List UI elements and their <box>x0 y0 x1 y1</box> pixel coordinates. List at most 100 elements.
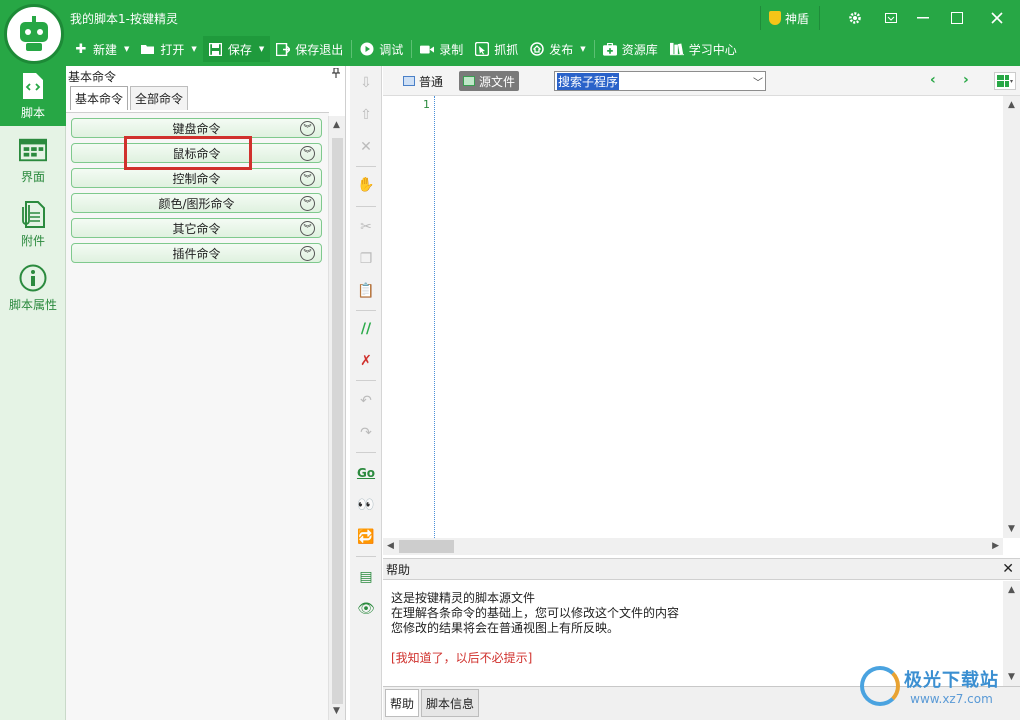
comment-icon[interactable]: // <box>355 318 377 340</box>
nav-item-script-properties[interactable]: 脚本属性 <box>0 258 66 318</box>
properties-icon[interactable]: ▤ <box>355 566 377 588</box>
undo-icon[interactable]: ↶ <box>355 390 377 412</box>
help-line: 您修改的结果将会在普通视图上有所反映。 <box>391 621 620 635</box>
mode-normal-button[interactable]: 普通 <box>399 71 447 91</box>
copy-icon[interactable]: ❐ <box>355 248 377 270</box>
pin-icon[interactable] <box>332 67 340 81</box>
save-label: 保存 <box>227 42 252 57</box>
command-list-scrollbar[interactable]: ▲ ▼ <box>328 116 345 720</box>
chevron-down-icon[interactable]: ︾ <box>300 146 315 161</box>
view-icon[interactable]: 👁 <box>355 598 377 620</box>
tab-all-commands[interactable]: 全部命令 <box>130 86 189 110</box>
shield-icon <box>769 11 781 25</box>
gear-icon[interactable] <box>840 6 870 30</box>
help-scrollbar[interactable]: ▲ ▼ <box>1003 581 1020 686</box>
uncomment-icon[interactable]: ✗ <box>355 350 377 372</box>
capture-button[interactable]: 抓抓 <box>469 36 524 62</box>
editor-hscrollbar[interactable]: ◀ ▶ <box>383 538 1003 555</box>
command-other[interactable]: 其它命令 ︾ <box>71 218 322 238</box>
mode-source-button[interactable]: 源文件 <box>459 71 520 91</box>
maximize-icon[interactable] <box>942 6 972 30</box>
command-plugin[interactable]: 插件命令 ︾ <box>71 243 322 263</box>
nav-label-script: 脚本 <box>20 105 45 120</box>
source-editor[interactable] <box>436 96 1003 538</box>
chevron-down-icon[interactable]: ︾ <box>300 171 315 186</box>
debug-button[interactable]: 调试 <box>354 36 409 62</box>
capture-icon <box>475 42 490 56</box>
scroll-down-icon[interactable]: ▼ <box>1008 524 1015 534</box>
tab-script-info[interactable]: 脚本信息 <box>421 689 480 717</box>
publish-button[interactable]: 发布 ▼ <box>524 36 591 62</box>
paste-icon[interactable]: 📋 <box>355 280 377 302</box>
scroll-up-icon[interactable]: ▲ <box>1008 585 1015 595</box>
close-icon[interactable]: ✕ <box>1002 561 1014 577</box>
nav-label-interface: 界面 <box>20 169 45 184</box>
open-button[interactable]: 打开 ▼ <box>135 36 202 62</box>
nav-item-interface[interactable]: 界面 <box>0 130 66 190</box>
dismiss-tip-link[interactable]: [我知道了，以后不必提示] <box>391 651 995 666</box>
tab-basic-commands[interactable]: 基本命令 <box>70 86 129 110</box>
command-control[interactable]: 控制命令 ︾ <box>71 168 322 188</box>
chevron-down-icon[interactable]: ﹀ <box>753 74 763 89</box>
left-nav: 脚本 界面 附件 脚本属性 <box>0 66 66 720</box>
restore-icon[interactable] <box>876 6 906 30</box>
chevron-down-icon[interactable]: ︾ <box>300 221 315 236</box>
record-button[interactable]: 录制 <box>414 36 469 62</box>
command-color-graphic[interactable]: 颜色/图形命令 ︾ <box>71 193 322 213</box>
learning-center-button[interactable]: 学习中心 <box>664 36 743 62</box>
help-line: 这是按键精灵的脚本源文件 <box>391 591 536 605</box>
close-icon[interactable] <box>982 6 1012 30</box>
chevron-down-icon[interactable]: ︾ <box>300 121 315 136</box>
resource-library-button[interactable]: 资源库 <box>597 36 664 62</box>
scrollbar-thumb[interactable] <box>399 540 454 553</box>
attachment-icon <box>19 200 47 228</box>
scroll-left-icon[interactable]: ◀ <box>387 541 394 551</box>
command-label: 插件命令 <box>172 246 221 261</box>
save-button[interactable]: 保存 ▼ <box>202 36 271 62</box>
scroll-down-icon[interactable]: ▼ <box>333 706 340 716</box>
scroll-up-icon[interactable]: ▲ <box>333 120 340 130</box>
scrollbar-thumb[interactable] <box>332 138 343 704</box>
info-icon <box>19 264 47 292</box>
nav-forward-icon[interactable]: › <box>963 72 969 88</box>
nav-item-script[interactable]: 脚本 <box>0 66 66 126</box>
chevron-down-icon[interactable]: ▼ <box>191 45 196 53</box>
chevron-down-icon[interactable]: ▼ <box>259 45 264 53</box>
move-up-icon[interactable]: ⇧ <box>355 104 377 126</box>
goto-icon[interactable]: Go <box>355 462 377 484</box>
nav-item-attachment[interactable]: 附件 <box>0 194 66 254</box>
scroll-right-icon[interactable]: ▶ <box>992 541 999 551</box>
editor-vscrollbar[interactable]: ▲ ▼ <box>1003 96 1020 538</box>
minimize-icon[interactable] <box>908 6 938 30</box>
search-subroutine-select[interactable]: 搜索子程序 ﹀ <box>554 71 766 91</box>
tab-help[interactable]: 帮助 <box>385 689 420 717</box>
normal-view-icon <box>403 76 415 86</box>
scroll-up-icon[interactable]: ▲ <box>1008 100 1015 110</box>
highlight-box <box>124 136 252 170</box>
chevron-down-icon[interactable]: ︾ <box>300 246 315 261</box>
delete-icon[interactable]: ✕ <box>355 136 377 158</box>
toolstrip-divider <box>356 206 376 207</box>
shield-button[interactable]: 神盾 <box>760 6 820 30</box>
chevron-down-icon[interactable]: ▼ <box>124 45 129 53</box>
scroll-down-icon[interactable]: ▼ <box>1008 672 1015 682</box>
replace-icon[interactable]: 🔁 <box>355 526 377 548</box>
hand-icon[interactable]: ✋ <box>355 174 377 196</box>
nav-back-icon[interactable]: ‹ <box>930 72 936 88</box>
resource-library-label: 资源库 <box>621 42 658 57</box>
chevron-down-icon[interactable]: ︾ <box>300 196 315 211</box>
redo-icon[interactable]: ↷ <box>355 422 377 444</box>
cut-icon[interactable]: ✂ <box>355 216 377 238</box>
find-icon[interactable]: 👀 <box>355 494 377 516</box>
line-gutter: 1 <box>383 96 435 538</box>
save-exit-button[interactable]: 保存退出 <box>270 36 349 62</box>
chevron-down-icon[interactable]: ▼ <box>580 45 585 53</box>
source-file-icon <box>463 76 475 86</box>
save-exit-label: 保存退出 <box>295 42 344 57</box>
move-down-icon[interactable]: ⇩ <box>355 72 377 94</box>
new-button[interactable]: ✚ 新建 ▼ <box>68 36 135 62</box>
command-keyboard[interactable]: 键盘命令 ︾ <box>71 118 322 138</box>
watermark-logo-icon <box>860 666 900 706</box>
save-exit-icon <box>276 42 291 56</box>
layout-icon[interactable] <box>994 72 1016 90</box>
